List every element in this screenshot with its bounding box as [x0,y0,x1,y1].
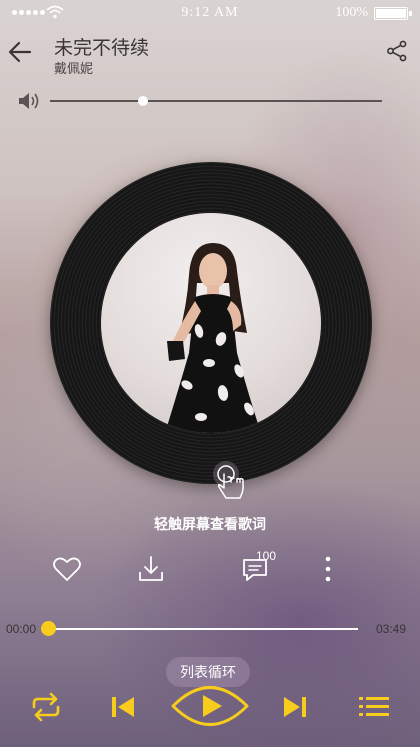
album-artwork [101,213,321,433]
download-icon[interactable] [136,554,166,584]
repeat-icon[interactable] [28,692,64,722]
previous-icon[interactable] [110,694,136,720]
next-icon[interactable] [282,694,308,720]
status-bar: 9:12 AM 100% [0,0,420,26]
current-time: 00:00 [6,622,37,636]
heart-icon[interactable] [52,554,82,584]
more-vertical-icon[interactable] [318,554,338,584]
lyrics-hint-text[interactable]: 轻触屏幕查看歌词 [0,514,420,534]
progress-bar-track[interactable] [48,628,358,630]
progress-bar-knob[interactable] [40,621,56,636]
artist-name: 戴佩妮 [54,61,94,76]
battery-icon [374,7,412,20]
total-duration: 03:49 [375,622,406,636]
share-icon[interactable] [386,40,408,62]
playlist-icon[interactable] [358,694,390,720]
touch-hand-icon [213,461,244,499]
back-arrow-icon[interactable] [6,38,34,66]
volume-slider-track[interactable] [50,100,382,102]
volume-slider-knob[interactable] [137,96,148,106]
volume-icon[interactable] [18,92,40,110]
song-title: 未完不待续 [54,38,150,59]
comment-count-badge: 100 [256,549,277,563]
play-icon[interactable] [170,683,250,729]
battery-percentage: 100% [335,5,368,20]
